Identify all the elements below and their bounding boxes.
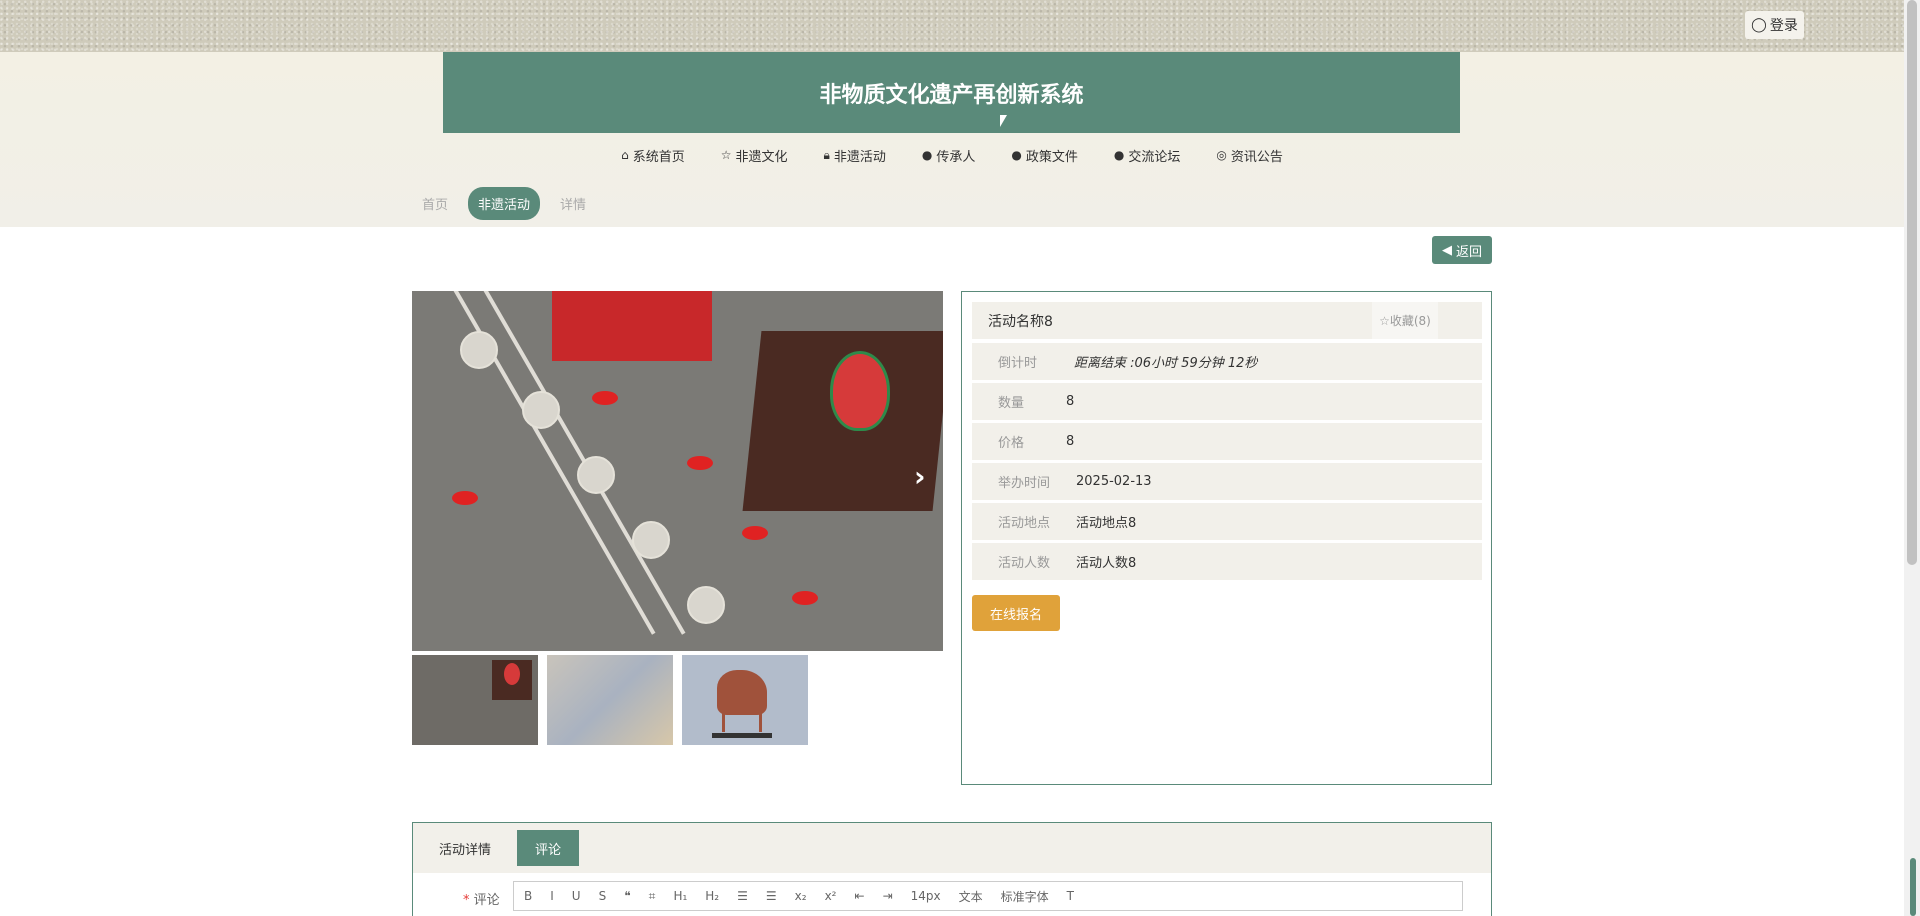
editor-code-button[interactable]: ⌗: [649, 889, 656, 904]
nav-item-inheritors[interactable]: ● 传承人: [922, 143, 976, 167]
editor-bold-button[interactable]: B: [524, 889, 532, 903]
question-icon: ●: [1011, 148, 1022, 162]
scrollbar-thumb[interactable]: [1907, 0, 1917, 565]
star-icon: ☆: [720, 148, 732, 162]
editor-indent-button[interactable]: ⇥: [883, 889, 893, 903]
image-disc: [577, 456, 615, 494]
scroll-indicator: [1910, 858, 1916, 916]
editor-sub-button[interactable]: x₂: [795, 889, 807, 903]
lock-icon: 🔒︎: [823, 147, 830, 162]
image-feather: [592, 391, 618, 405]
favorite-button[interactable]: ☆收藏(8): [1372, 302, 1438, 339]
nav-item-policy[interactable]: ● 政策文件: [1011, 143, 1078, 167]
editor-clear-button[interactable]: T: [1067, 889, 1074, 903]
gallery-main-image: [412, 291, 943, 651]
activity-countdown-row: 倒计时 距离结束 :06小时 59分钟 12秒: [972, 343, 1482, 380]
nav-item-culture[interactable]: ☆ 非遗文化: [721, 143, 788, 167]
required-mark: *: [463, 893, 474, 908]
gallery-next-icon[interactable]: ›: [914, 460, 926, 493]
breadcrumb: 首页 非遗活动 详情: [410, 186, 598, 220]
editor-italic-button[interactable]: I: [550, 889, 554, 903]
image-disc: [460, 331, 498, 369]
user-icon: ◯: [1751, 17, 1767, 33]
editor-ol-button[interactable]: ☰: [737, 889, 748, 903]
tab-activity-detail[interactable]: 活动详情: [425, 830, 505, 866]
editor-sup-button[interactable]: x²: [825, 889, 837, 903]
gallery-thumbnail-2[interactable]: [547, 655, 673, 745]
tab-comments[interactable]: 评论: [517, 830, 579, 866]
image-feather: [452, 491, 478, 505]
activity-quantity-row: 数量 8: [972, 383, 1482, 420]
nav-item-activities[interactable]: 🔒︎ 非遗活动: [824, 143, 886, 167]
thumb-horse-base: [712, 733, 772, 738]
activity-name: 活动名称8: [988, 313, 1053, 330]
gallery-thumbnail-3[interactable]: [682, 655, 808, 745]
top-strip: [0, 0, 1904, 52]
info-icon: ●: [921, 148, 933, 162]
image-disc: [632, 521, 670, 559]
image-disc: [522, 391, 560, 429]
thumb-mask: [504, 663, 520, 685]
caret-left-icon: ◀: [1441, 242, 1452, 258]
editor-quote-button[interactable]: ❝: [624, 889, 630, 903]
thumb-horse: [717, 670, 767, 715]
editor-h1-button[interactable]: H₁: [673, 889, 687, 903]
image-dragon-mask: [830, 351, 890, 431]
image-feather: [742, 526, 768, 540]
image-disc: [687, 586, 725, 624]
thumb-horse-legs: [722, 710, 762, 732]
breadcrumb-current: 详情: [560, 197, 587, 213]
nav-item-news[interactable]: ◎ 资讯公告: [1216, 143, 1283, 167]
activity-date-row: 举办时间 2025-02-13: [972, 463, 1482, 500]
editor-font-select[interactable]: 标准字体: [1001, 888, 1049, 905]
site-title-bar: 非物质文化遗产再创新系统: [443, 52, 1460, 133]
activity-name-row: 活动名称8 ☆收藏(8): [972, 302, 1482, 339]
home-icon: ⌂: [621, 148, 629, 162]
editor-underline-button[interactable]: U: [572, 889, 581, 903]
globe-icon: ◎: [1216, 148, 1227, 162]
detail-tabs-panel: 活动详情 评论 * 评论 B I U S ❝ ⌗ H₁ H₂ ☰ ☰ x₂ x²…: [412, 822, 1492, 916]
editor-size-select[interactable]: 14px: [911, 889, 941, 903]
comment-label: * 评论: [463, 893, 500, 908]
breadcrumb-section[interactable]: 非遗活动: [468, 186, 541, 220]
image-red-box: [552, 291, 712, 361]
main-nav: ⌂ 系统首页 ☆ 非遗文化 🔒︎ 非遗活动 ● 传承人 ● 政策文件 ● 交流论…: [0, 143, 1904, 167]
editor-strike-button[interactable]: S: [599, 889, 607, 903]
mouse-cursor: [1000, 115, 1007, 127]
editor-h2-button[interactable]: H₂: [705, 889, 719, 903]
editor-outdent-button[interactable]: ⇤: [855, 889, 865, 903]
login-label: 登录: [1769, 18, 1798, 34]
activity-price-row: 价格 8: [972, 423, 1482, 460]
activity-location-row: 活动地点 活动地点8: [972, 503, 1482, 540]
info-italic-icon: ●: [1113, 148, 1125, 162]
gallery-thumbnail-1[interactable]: [412, 655, 538, 745]
site-title: 非物质文化遗产再创新系统: [819, 82, 1084, 108]
nav-item-forum[interactable]: ● 交流论坛: [1114, 143, 1181, 167]
editor-header-select[interactable]: 文本: [959, 888, 983, 905]
activity-attendees-row: 活动人数 活动人数8: [972, 543, 1482, 580]
image-feather: [792, 591, 818, 605]
login-button[interactable]: ◯ 登录: [1745, 11, 1804, 39]
nav-item-home[interactable]: ⌂ 系统首页: [621, 143, 685, 167]
image-feather: [687, 456, 713, 470]
editor-toolbar: B I U S ❝ ⌗ H₁ H₂ ☰ ☰ x₂ x² ⇤ ⇥ 14px 文本 …: [513, 881, 1463, 911]
activity-info-panel: 活动名称8 ☆收藏(8) 倒计时 距离结束 :06小时 59分钟 12秒 数量 …: [961, 291, 1492, 785]
comment-area: * 评论 B I U S ❝ ⌗ H₁ H₂ ☰ ☰ x₂ x² ⇤ ⇥ 14p…: [413, 873, 1491, 916]
breadcrumb-home[interactable]: 首页: [410, 194, 460, 213]
signup-button[interactable]: 在线报名: [972, 595, 1060, 631]
back-button[interactable]: ◀ 返回: [1432, 236, 1492, 264]
editor-ul-button[interactable]: ☰: [766, 889, 777, 903]
